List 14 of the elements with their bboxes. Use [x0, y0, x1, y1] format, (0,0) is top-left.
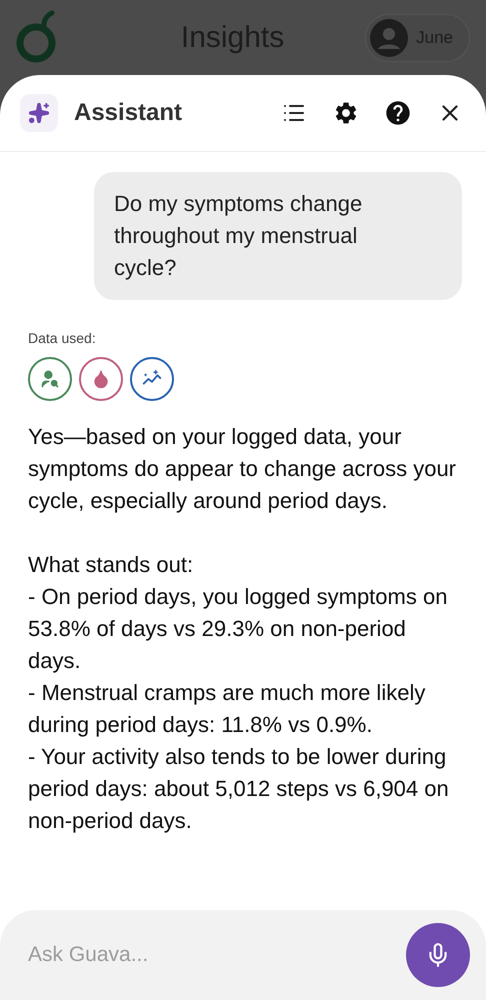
answer-text: - On period days, you logged symptoms on 53.8% of days vs 29.3% on non-period days.	[28, 583, 448, 675]
answer-text: Yes—based on your logged data, your symptoms do appear to change across your cycle, especially around period days.	[28, 423, 458, 515]
sparkles-icon	[20, 94, 58, 132]
avatar-icon	[370, 18, 408, 56]
ask-input-field[interactable]: Ask Guava...	[28, 939, 406, 971]
input-bar[interactable]: Ask Guava...	[0, 910, 486, 1000]
answer-text: - Menstrual cramps are much more likely during period days: 11.8% vs 0.9%.	[28, 679, 426, 739]
user-message: Do my symptoms change throughout my menstrual cycle?	[94, 172, 462, 300]
help-icon	[384, 99, 412, 127]
answer-text: - Your activity also tends to be lower during period days: about 5,012 steps vs 6,904 on non-period days.	[28, 743, 450, 835]
assistant-title: Assistant	[74, 98, 184, 128]
answer-text: What stands out:	[28, 551, 194, 579]
settings-icon	[333, 100, 359, 126]
data-used-label: Data used:	[28, 329, 96, 348]
